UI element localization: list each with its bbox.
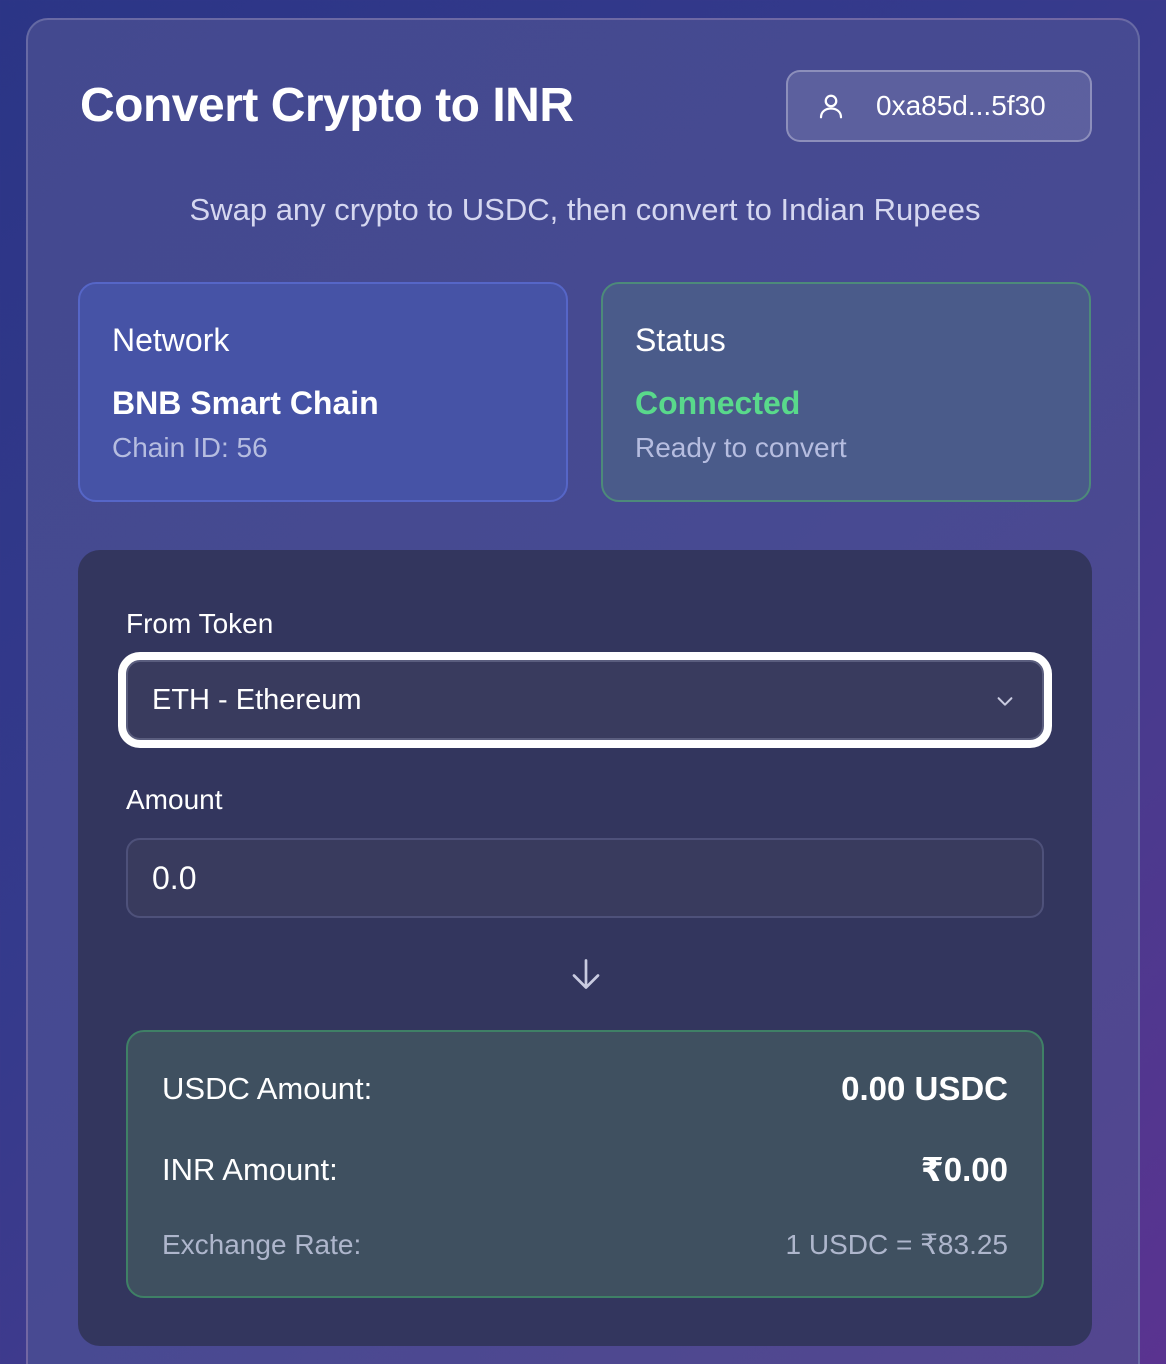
- from-token-value: ETH - Ethereum: [152, 683, 362, 716]
- rate-row: Exchange Rate: 1 USDC = ₹83.25: [162, 1228, 1008, 1261]
- status-sub: Ready to convert: [635, 432, 847, 463]
- status-card: Status Connected Ready to convert: [601, 282, 1091, 502]
- conversion-form: From Token ETH - Ethereum Amount 0.0 USD…: [78, 550, 1092, 1346]
- inr-row: INR Amount: ₹0.00: [162, 1150, 1008, 1189]
- page-subtitle: Swap any crypto to USDC, then convert to…: [189, 192, 981, 227]
- inr-value: ₹0.00: [920, 1151, 1008, 1188]
- rate-value: 1 USDC = ₹83.25: [785, 1229, 1008, 1260]
- inr-label: INR Amount:: [162, 1151, 338, 1187]
- amount-value: 0.0: [152, 859, 197, 896]
- chain-id: Chain ID: 56: [112, 432, 268, 463]
- arrow-down-icon: [572, 959, 600, 989]
- status-value: Connected: [635, 385, 801, 421]
- converter-card: Convert Crypto to INR 0xa85d...5f30 Swap…: [26, 18, 1140, 1364]
- from-token-label: From Token: [126, 608, 274, 639]
- network-card: Network BNB Smart Chain Chain ID: 56: [78, 282, 568, 502]
- wallet-address: 0xa85d...5f30: [876, 90, 1046, 121]
- usdc-value: 0.00 USDC: [841, 1070, 1008, 1107]
- chevron-down-icon: [997, 697, 1013, 706]
- amount-label: Amount: [126, 784, 223, 815]
- rate-label: Exchange Rate:: [162, 1228, 362, 1260]
- network-label: Network: [112, 322, 230, 358]
- network-name: BNB Smart Chain: [112, 385, 379, 421]
- usdc-row: USDC Amount: 0.00 USDC: [162, 1070, 1008, 1108]
- from-token-select[interactable]: ETH - Ethereum: [126, 660, 1044, 740]
- page-title: Convert Crypto to INR: [80, 79, 574, 132]
- wallet-button[interactable]: 0xa85d...5f30: [786, 70, 1092, 142]
- amount-input[interactable]: 0.0: [126, 838, 1044, 918]
- status-label: Status: [635, 322, 726, 358]
- user-icon: [819, 94, 843, 119]
- conversion-result: USDC Amount: 0.00 USDC INR Amount: ₹0.00…: [126, 1030, 1044, 1298]
- usdc-label: USDC Amount:: [162, 1071, 373, 1106]
